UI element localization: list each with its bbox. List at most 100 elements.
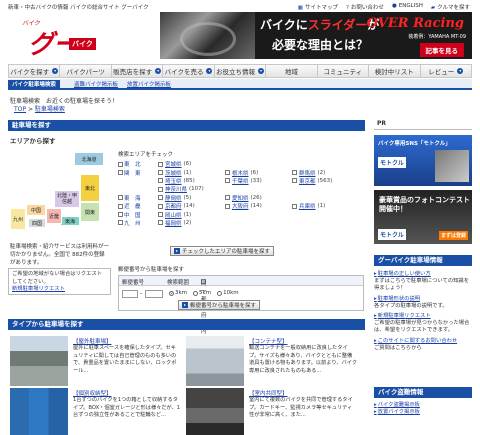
nav-item-8[interactable]: レビュー ▾	[421, 65, 471, 77]
map-kanto[interactable]: 関東	[80, 202, 100, 222]
pref-checkbox[interactable]	[158, 195, 163, 201]
region-checkbox[interactable]	[118, 203, 123, 209]
nav-item-7[interactable]: 検討中リスト	[369, 65, 421, 77]
pref-checkbox[interactable]	[158, 220, 163, 226]
region-checkbox[interactable]	[118, 212, 123, 218]
region-label[interactable]: 近 畿	[124, 202, 141, 210]
region-checkbox[interactable]	[118, 195, 123, 201]
range-5km[interactable]: 5km	[193, 290, 211, 296]
radio-3km[interactable]	[169, 290, 174, 296]
type-title-indoor[interactable]: 【室内共同型】	[249, 389, 288, 397]
pref-item[interactable]: 宮城県 (6)	[158, 160, 225, 168]
banner-cta-button[interactable]: 記事を見る	[419, 43, 464, 57]
car-search-link[interactable]: ▰ クルマを探す	[431, 3, 470, 11]
region-label[interactable]: 九 州	[124, 219, 141, 227]
pref-checkbox[interactable]	[158, 161, 163, 167]
pref-item[interactable]: 京都府 (14)	[158, 202, 225, 210]
motocle-sns-ad[interactable]: バイク専用SNS「モトクル」 モトクル	[374, 135, 472, 186]
nav-item-1[interactable]: バイクパーツ	[60, 65, 112, 77]
new-parking-request-link[interactable]: 新規駐車場リクエスト	[12, 286, 107, 294]
map-chugoku[interactable]: 中国	[26, 204, 46, 216]
region-check[interactable]: 中 国	[118, 211, 158, 219]
zip-first-field[interactable]	[122, 290, 138, 298]
pref-checkbox[interactable]	[225, 195, 230, 201]
pref-item[interactable]: 大阪府 (14)	[225, 202, 292, 210]
pref-name[interactable]: 茨城県	[165, 169, 182, 177]
nav-item-6[interactable]: コミュニティ	[318, 65, 370, 77]
japan-region-map[interactable]: 北海道 東北 北陸・甲信越 関東 東海 近畿 中国 四国 九州	[10, 146, 110, 238]
nav-item-0[interactable]: バイクを探す ▾	[9, 65, 61, 77]
pref-checkbox[interactable]	[158, 212, 163, 218]
nav-item-4[interactable]: お役立ち情報 ▾	[215, 65, 267, 77]
type-title-individual[interactable]: 【個別収納型】	[73, 389, 112, 397]
region-label[interactable]: 東 海	[124, 194, 141, 202]
breadcrumb-current[interactable]: 駐車場検索	[35, 106, 65, 113]
pref-checkbox[interactable]	[292, 178, 297, 184]
ad2-signup-button[interactable]: まずは登録	[438, 231, 468, 240]
pref-checkbox[interactable]	[225, 170, 230, 176]
pref-item[interactable]: 茨城県 (1)	[158, 169, 225, 177]
region-checkbox[interactable]	[118, 170, 123, 176]
sitemap-link[interactable]: ▦ サイトマップ	[298, 3, 338, 11]
region-check[interactable]: 関 東	[118, 169, 158, 177]
pref-name[interactable]: 福岡県	[165, 219, 182, 227]
radio-5km[interactable]	[193, 290, 199, 296]
pref-item[interactable]: 群馬県 (2)	[292, 169, 359, 177]
pref-name[interactable]: 埼玉県	[165, 177, 182, 185]
side-theft-link[interactable]: 放置バイク掲示板	[374, 409, 472, 416]
pref-name[interactable]: 兵庫県	[299, 202, 316, 210]
region-check[interactable]: 近 畿	[118, 202, 158, 210]
pref-name[interactable]: 千葉県	[232, 177, 249, 185]
region-check[interactable]: 東 海	[118, 194, 158, 202]
region-label[interactable]: 中 国	[124, 211, 141, 219]
pref-name[interactable]: 群馬県	[299, 169, 316, 177]
map-tohoku[interactable]: 東北	[80, 174, 100, 202]
zip-search-button[interactable]: ▸ 郵便番号から駐車場を探す	[178, 300, 261, 310]
map-tokai[interactable]: 東海	[60, 216, 80, 226]
type-card-indoor[interactable]: 【室内共同型】 室内にて複数のバイクを共同で管理するタイプ。カードキー、監視カメ…	[186, 388, 356, 435]
pref-item[interactable]: 愛知県 (26)	[225, 194, 292, 202]
radio-10km[interactable]	[217, 290, 223, 296]
pref-name[interactable]: 宮城県	[165, 160, 182, 168]
pref-item[interactable]: 栃木県 (6)	[225, 169, 292, 177]
pref-checkbox[interactable]	[158, 186, 163, 192]
type-card-container[interactable]: 【コンテナ型】 輸送コンテナを一般収納用に改良したタイプ。サイズも様々あり、バイ…	[186, 336, 357, 388]
pref-checkbox[interactable]	[225, 203, 230, 209]
region-checkbox[interactable]	[118, 161, 123, 167]
ad-banner[interactable]: バイクにスライダーが 必要な理由とは？ OVER Racing 装着例：YAMA…	[160, 12, 472, 59]
type-card-individual[interactable]: 【個別収納型】 1台ずつのバイクを1つの箱として収納するタイプ。BOX・個室ガレ…	[10, 388, 180, 435]
pref-checkbox[interactable]	[292, 170, 297, 176]
pref-item[interactable]: 兵庫県 (1)	[292, 202, 359, 210]
contact-link[interactable]: ? お問い合わせ	[346, 3, 384, 11]
pref-checkbox[interactable]	[292, 203, 297, 209]
pref-checkbox[interactable]	[225, 178, 230, 184]
pref-name[interactable]: 大阪府	[232, 202, 249, 210]
type-card-outdoor[interactable]: 【屋外駐車場】 屋外に駐車スペースを確保したタイプ。セキュリティに関しては自己管…	[10, 336, 180, 388]
region-checkbox[interactable]	[118, 220, 123, 226]
pref-item[interactable]: 東京都 (563)	[292, 177, 359, 185]
pref-name[interactable]: 愛知県	[232, 194, 249, 202]
type-title-outdoor[interactable]: 【屋外駐車場】	[73, 337, 112, 345]
region-label[interactable]: 関 東	[124, 169, 141, 177]
map-hokkaido[interactable]: 北海道	[74, 152, 104, 166]
pref-name[interactable]: 神奈川県	[165, 185, 187, 193]
breadcrumb-top[interactable]: TOP	[14, 106, 26, 113]
side-info-link[interactable]: このサイトに関するお問い合わせ	[374, 338, 472, 345]
pref-item[interactable]: 岡山県 (1)	[158, 211, 225, 219]
tab-theft-board[interactable]: 盗難バイク掲示板	[70, 80, 122, 90]
map-shikoku[interactable]: 四国	[28, 218, 46, 228]
region-label[interactable]: 東 北	[124, 160, 141, 168]
pref-checkbox[interactable]	[158, 178, 163, 184]
nav-item-3[interactable]: バイクを売る ▾	[163, 65, 215, 77]
map-hokuriku[interactable]: 北陸・甲信越	[54, 190, 80, 208]
pref-name[interactable]: 栃木県	[232, 169, 249, 177]
range-3km[interactable]: 3km	[169, 290, 187, 296]
nav-item-2[interactable]: 販売店を探す ▾	[112, 65, 164, 77]
nav-item-5[interactable]: 地域	[266, 65, 318, 77]
pref-checkbox[interactable]	[158, 170, 163, 176]
goo-bike-logo[interactable]: バイク グー バイク	[22, 14, 97, 60]
search-checked-areas-button[interactable]: ▸ チェックしたエリアの駐車場を探す	[170, 246, 275, 256]
zip-second-field[interactable]	[145, 290, 163, 298]
pref-name[interactable]: 京都府	[165, 202, 182, 210]
pref-name[interactable]: 静岡県	[165, 194, 182, 202]
